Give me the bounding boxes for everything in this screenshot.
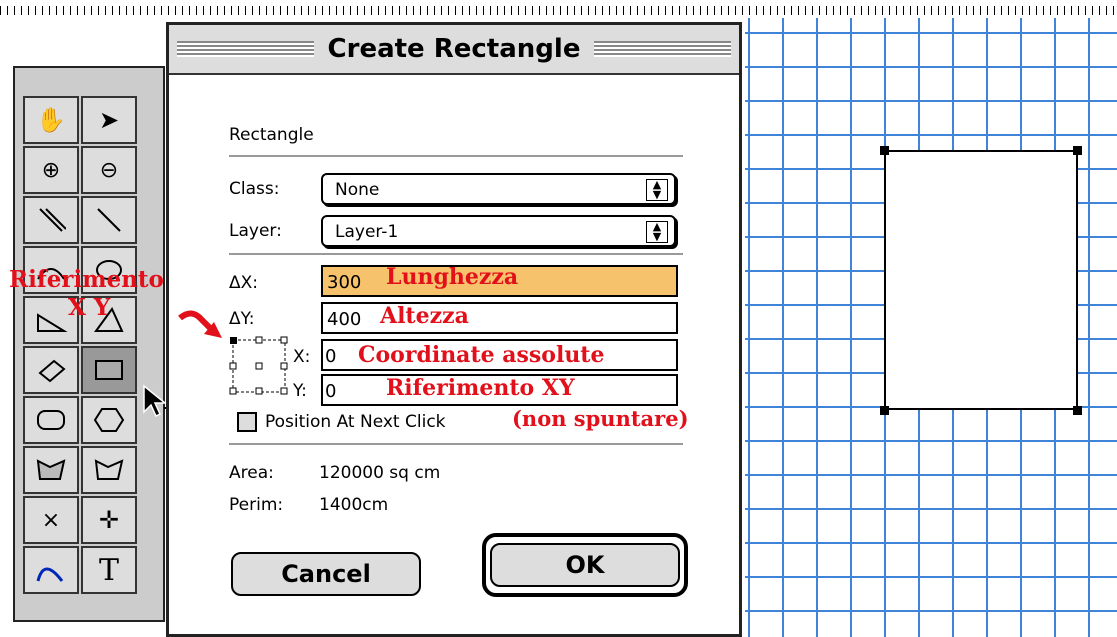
ok-button[interactable]: OK (490, 543, 680, 587)
polygon-tool[interactable] (81, 396, 137, 444)
rectangle-tool[interactable] (81, 346, 137, 394)
updown-arrows-icon: ▲ ▼ (646, 179, 668, 201)
cancel-button[interactable]: Cancel (231, 552, 421, 596)
triangle-icon (37, 313, 68, 332)
hand-tool[interactable]: ✋ (23, 96, 79, 144)
dy-value: 400 (327, 309, 362, 330)
reference-point-icon[interactable] (229, 336, 291, 398)
double-line-tool[interactable] (23, 196, 79, 244)
perim-value: 1400cm (319, 495, 389, 515)
divider-middle (229, 253, 683, 255)
rectangle-shape[interactable] (884, 150, 1078, 410)
crosshair-icon: ✛ (98, 506, 120, 534)
text-tool[interactable]: T (81, 546, 137, 594)
x-tool-label: × (41, 507, 61, 533)
title-stripes-left (177, 41, 314, 57)
arrow-icon: ➤ (98, 106, 120, 134)
class-label: Class: (229, 179, 280, 199)
annotation-lunghezza: Lunghezza (386, 264, 519, 290)
dx-value: 300 (327, 272, 362, 293)
double-line-icon (39, 208, 66, 232)
divider-bottom (229, 443, 683, 445)
rotated-rect-tool[interactable] (23, 346, 79, 394)
selection-handle-br[interactable] (1073, 406, 1082, 415)
area-label: Area: (229, 463, 274, 483)
rotated-rect-icon (38, 359, 66, 383)
polyline-tool[interactable] (81, 446, 137, 494)
position-next-click-checkbox[interactable] (237, 412, 257, 432)
annotation-riferimento: Riferimento (9, 266, 164, 293)
polyline-filled-icon (36, 459, 66, 480)
line-tool[interactable] (81, 196, 137, 244)
rectangle-icon (95, 360, 123, 380)
tool-palette: ✋ ➤ ⊕ ⊖ × ✛ T (13, 66, 165, 622)
annotation-xy: X Y (68, 294, 111, 321)
polyline-fill-tool[interactable] (23, 446, 79, 494)
red-pointer-arrow-icon (178, 310, 222, 338)
divider-top (229, 155, 683, 157)
selection-handle-bl[interactable] (880, 406, 889, 415)
symbol-tool[interactable]: ✛ (81, 496, 137, 544)
polyline-icon (94, 459, 124, 480)
dialog-titlebar[interactable]: Create Rectangle (169, 25, 739, 75)
checkbox-label: Position At Next Click (265, 412, 446, 432)
annotation-riferimento-xy: Riferimento XY (386, 375, 575, 401)
text-tool-label: T (98, 552, 119, 588)
dy-field[interactable]: 400 (321, 302, 678, 334)
perim-label: Perim: (229, 495, 284, 515)
zoom-in-tool[interactable]: ⊕ (23, 146, 79, 194)
selection-handle-tr[interactable] (1073, 146, 1082, 155)
updown-arrows-icon: ▲ ▼ (646, 221, 668, 243)
y-label: Y: (293, 381, 307, 401)
line-icon (97, 208, 121, 232)
annotation-altezza: Altezza (380, 303, 469, 329)
selection-handle-tl[interactable] (880, 146, 889, 155)
area-value: 120000 sq cm (319, 463, 441, 483)
create-rectangle-dialog: Create Rectangle Rectangle Class: None ▲… (166, 22, 742, 637)
rounded-rect-tool[interactable] (23, 396, 79, 444)
zoom-out-icon: ⊖ (99, 157, 119, 183)
dx-label: ΔX: (229, 273, 259, 293)
annotation-non-spuntare: (non spuntare) (512, 406, 689, 431)
select-tool[interactable]: ➤ (81, 96, 137, 144)
zoom-in-icon: ⊕ (41, 157, 61, 183)
bezier-tool[interactable] (23, 546, 79, 594)
bezier-icon (36, 567, 64, 582)
y-value: 0 (325, 381, 337, 402)
layer-value: Layer-1 (335, 222, 399, 242)
title-stripes-right (594, 41, 731, 57)
annotation-coordinate: Coordinate assolute (358, 342, 605, 368)
section-heading: Rectangle (229, 125, 314, 145)
dy-label: ΔY: (229, 309, 255, 329)
hand-icon: ✋ (36, 106, 66, 134)
rounded-rect-icon (37, 410, 65, 430)
layer-label: Layer: (229, 221, 282, 241)
zoom-out-tool[interactable]: ⊖ (81, 146, 137, 194)
layer-select[interactable]: Layer-1 ▲ ▼ (321, 215, 676, 247)
class-select[interactable]: None ▲ ▼ (321, 173, 676, 205)
hexagon-icon (93, 408, 125, 432)
locus-tool[interactable]: × (23, 496, 79, 544)
x-label: X: (293, 347, 311, 367)
dialog-title: Create Rectangle (327, 34, 581, 64)
class-value: None (335, 180, 380, 200)
x-value: 0 (325, 346, 337, 367)
